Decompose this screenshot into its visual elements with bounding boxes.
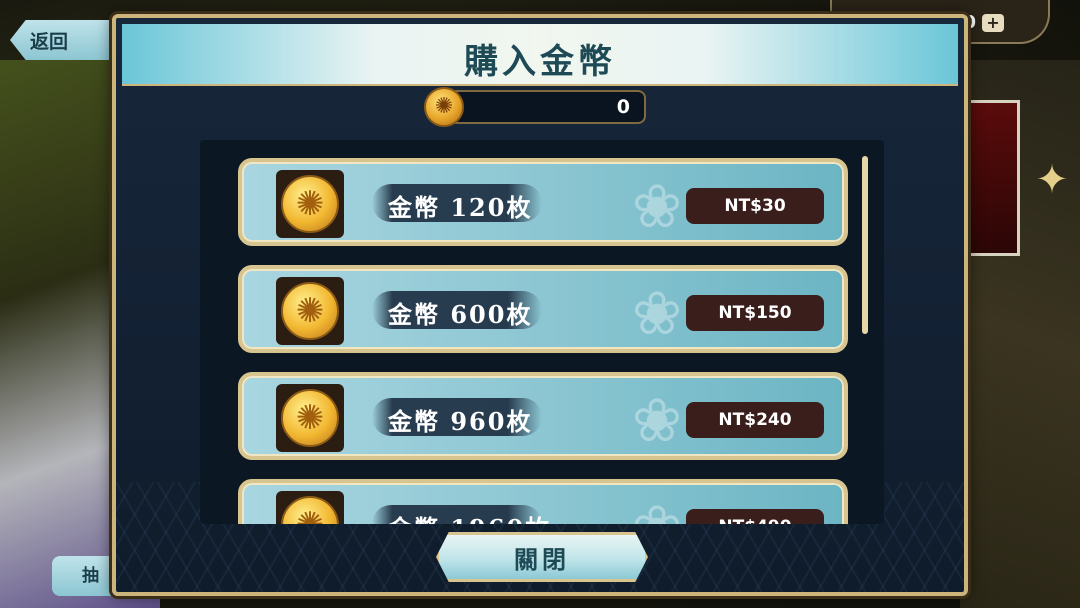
- dialog-title-bar: 購入金幣: [122, 24, 958, 86]
- coin-pack-item[interactable]: ❀ ✺ 金幣 120枚 NT$30: [238, 158, 848, 246]
- coin-pack-name: 金幣 120枚: [388, 193, 533, 222]
- coin-balance: ✺ 0: [424, 87, 646, 127]
- list-scrollbar[interactable]: [862, 156, 868, 334]
- dialog-title: 購入金幣: [464, 42, 616, 82]
- coin-icon: ✺: [281, 175, 339, 233]
- close-button[interactable]: 關閉: [436, 532, 648, 582]
- fan-ornament-icon: ✦: [1035, 157, 1069, 203]
- coin-icon: ✺: [424, 87, 464, 127]
- coin-pack-name: 金幣 960枚: [388, 407, 533, 436]
- purchase-coins-dialog: 購入金幣 ✺ 0 ❀ ✺ 金幣 120枚 NT$30 ❀ ✺ 金幣 600枚 N…: [112, 14, 968, 596]
- coin-icon: ✺: [281, 389, 339, 447]
- coin-pack-name: 金幣 600枚: [388, 300, 533, 329]
- coin-pack-name: 金幣 1960枚: [388, 509, 551, 524]
- add-currency-button[interactable]: +: [982, 14, 1004, 32]
- price-button[interactable]: NT$240: [686, 402, 824, 438]
- coin-pack-icon-frame: ✺: [276, 277, 344, 345]
- coin-pack-icon-frame: ✺: [276, 491, 344, 524]
- coin-icon: ✺: [281, 496, 339, 524]
- coin-pack-icon-frame: ✺: [276, 170, 344, 238]
- coin-balance-value: 0: [616, 96, 630, 118]
- back-button[interactable]: 返回: [10, 20, 122, 60]
- coin-pack-item[interactable]: ❀ ✺ 金幣 960枚 NT$240: [238, 372, 848, 460]
- price-button[interactable]: NT$30: [686, 188, 824, 224]
- price-button[interactable]: NT$490: [686, 509, 824, 524]
- coin-pack-item[interactable]: ❀ ✺ 金幣 600枚 NT$150: [238, 265, 848, 353]
- background-card-art: [962, 100, 1020, 256]
- price-button[interactable]: NT$150: [686, 295, 824, 331]
- coin-icon: ✺: [281, 282, 339, 340]
- coin-pack-icon-frame: ✺: [276, 384, 344, 452]
- coin-pack-list[interactable]: ❀ ✺ 金幣 120枚 NT$30 ❀ ✺ 金幣 600枚 NT$150 ❀ ✺…: [200, 140, 884, 524]
- coin-pack-item[interactable]: ❀ ✺ 金幣 1960枚 NT$490: [238, 479, 848, 524]
